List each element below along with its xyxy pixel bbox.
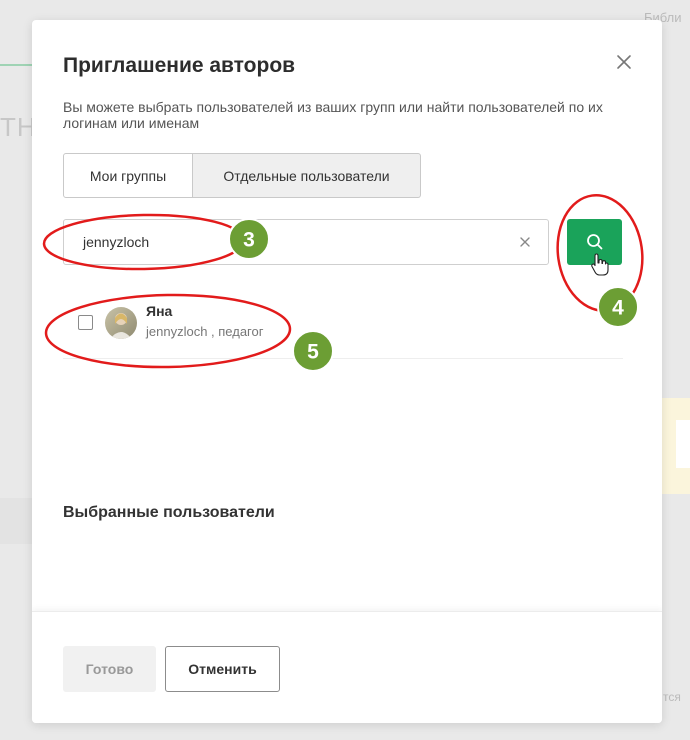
background-band	[0, 498, 32, 544]
user-name: Яна	[146, 303, 173, 319]
search-button[interactable]	[567, 219, 622, 265]
tab-individual-users[interactable]: Отдельные пользователи	[193, 153, 421, 198]
invite-authors-dialog: Приглашение авторов Вы можете выбрать по…	[32, 20, 662, 723]
avatar	[105, 307, 137, 339]
selected-users-heading: Выбранные пользователи	[63, 504, 275, 521]
done-button[interactable]: Готово	[63, 646, 156, 692]
tab-my-groups[interactable]: Мои группы	[63, 153, 193, 198]
cancel-button[interactable]: Отменить	[165, 646, 280, 692]
user-login-role: jennyzloch , педагог	[146, 324, 264, 339]
close-dialog-button[interactable]	[612, 50, 636, 74]
search-input-value: jennyzloch	[83, 234, 150, 250]
dialog-title: Приглашение авторов	[63, 54, 296, 77]
background-divider	[0, 64, 32, 66]
dialog-description: Вы можете выбрать пользователей из ваших…	[63, 99, 603, 131]
select-user-checkbox[interactable]	[78, 315, 93, 330]
source-tabs: Мои группы Отдельные пользователи	[63, 153, 421, 198]
user-search-input[interactable]: jennyzloch	[63, 219, 549, 265]
clear-search-button[interactable]	[518, 235, 532, 249]
background-card	[676, 420, 690, 468]
search-result-item[interactable]: Яна jennyzloch , педагог	[63, 298, 623, 359]
close-icon	[617, 55, 631, 69]
dialog-footer: Готово Отменить	[32, 611, 662, 723]
background-page-text-bottom: тся	[663, 690, 681, 704]
close-icon	[520, 237, 530, 247]
search-icon	[586, 234, 602, 250]
